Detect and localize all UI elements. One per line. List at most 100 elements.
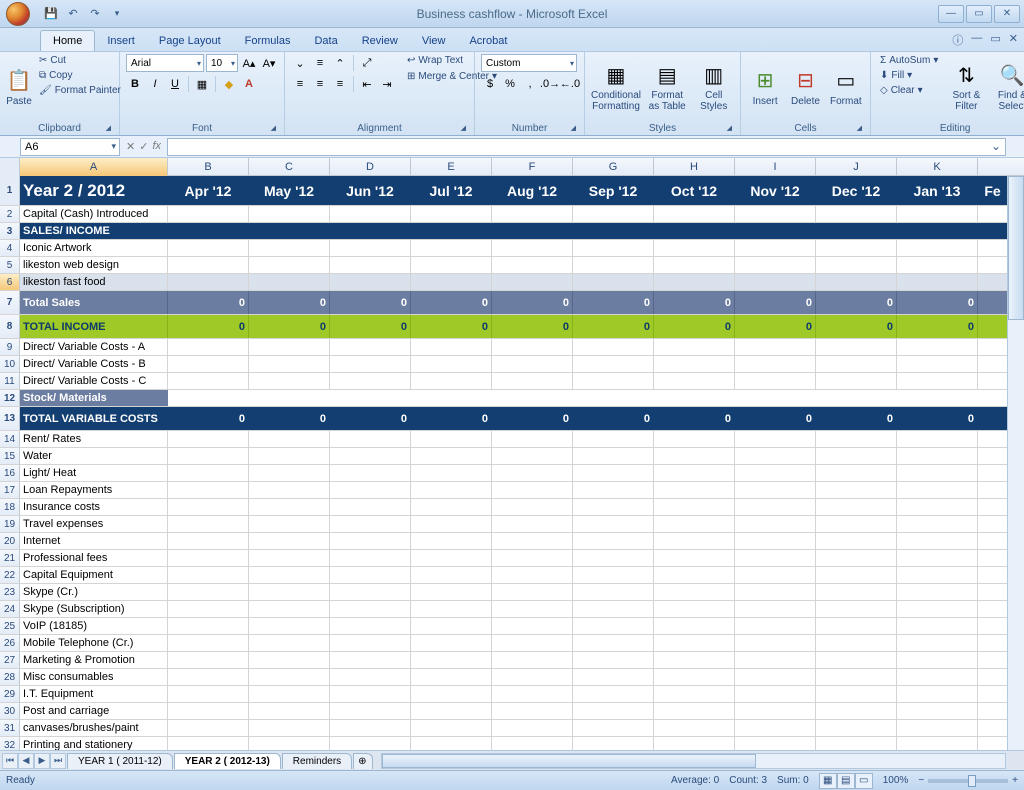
ribbon-tab-formulas[interactable]: Formulas: [233, 31, 303, 51]
cell[interactable]: 0: [654, 291, 735, 314]
cell[interactable]: [897, 584, 978, 600]
cell[interactable]: [330, 703, 411, 719]
currency-icon[interactable]: $: [481, 75, 499, 93]
cell[interactable]: 0: [330, 407, 411, 430]
cell[interactable]: [168, 635, 249, 651]
cell[interactable]: [654, 737, 735, 750]
cell[interactable]: [249, 431, 330, 447]
row-header[interactable]: 20: [0, 533, 20, 549]
cell[interactable]: 0: [330, 315, 411, 338]
cell[interactable]: [573, 550, 654, 566]
cell[interactable]: [492, 703, 573, 719]
cell[interactable]: [816, 223, 897, 239]
cell[interactable]: [492, 206, 573, 222]
cell[interactable]: [249, 339, 330, 355]
column-header-H[interactable]: H: [654, 158, 735, 176]
cell[interactable]: [897, 206, 978, 222]
cell[interactable]: [411, 686, 492, 702]
cell[interactable]: [735, 448, 816, 464]
cell[interactable]: [573, 465, 654, 481]
column-header-A[interactable]: A: [20, 158, 168, 176]
cell[interactable]: 0: [168, 291, 249, 314]
cell[interactable]: [168, 373, 249, 389]
cell[interactable]: [654, 550, 735, 566]
save-icon[interactable]: 💾: [42, 5, 60, 23]
row-header[interactable]: 32: [0, 737, 20, 750]
row-header[interactable]: 11: [0, 373, 20, 389]
cell[interactable]: [411, 240, 492, 256]
zoom-in-icon[interactable]: +: [1012, 775, 1018, 786]
cell[interactable]: [249, 618, 330, 634]
cell[interactable]: canvases/brushes/paint: [20, 720, 168, 736]
cell[interactable]: [330, 448, 411, 464]
cell[interactable]: [492, 223, 573, 239]
zoom-slider[interactable]: [928, 779, 1008, 783]
underline-button[interactable]: U: [166, 75, 184, 93]
cell[interactable]: 0: [897, 407, 978, 430]
cell[interactable]: [249, 550, 330, 566]
row-header[interactable]: 10: [0, 356, 20, 372]
cell[interactable]: [654, 223, 735, 239]
cell[interactable]: Marketing & Promotion: [20, 652, 168, 668]
month-header[interactable]: Jan '13: [897, 176, 978, 205]
cell[interactable]: [411, 567, 492, 583]
cell[interactable]: [735, 669, 816, 685]
mdi-close-icon[interactable]: ✕: [1009, 32, 1018, 48]
decrease-indent-icon[interactable]: ⇤: [358, 75, 376, 93]
row-header[interactable]: 16: [0, 465, 20, 481]
cell[interactable]: [249, 533, 330, 549]
cell[interactable]: [168, 274, 249, 290]
row-header[interactable]: 14: [0, 431, 20, 447]
cell[interactable]: [897, 635, 978, 651]
increase-decimal-icon[interactable]: .0→: [541, 75, 559, 93]
cell[interactable]: [816, 339, 897, 355]
cell[interactable]: [816, 550, 897, 566]
cell[interactable]: [168, 390, 1024, 406]
cell[interactable]: [330, 669, 411, 685]
cell[interactable]: [654, 240, 735, 256]
cell[interactable]: [735, 618, 816, 634]
italic-button[interactable]: I: [146, 75, 164, 93]
cell[interactable]: [411, 737, 492, 750]
row-header[interactable]: 1: [0, 176, 20, 205]
row-header[interactable]: 17: [0, 482, 20, 498]
cell[interactable]: [897, 274, 978, 290]
cell[interactable]: [330, 516, 411, 532]
cell[interactable]: Misc consumables: [20, 669, 168, 685]
cell[interactable]: 0: [411, 291, 492, 314]
cell[interactable]: [249, 635, 330, 651]
cell[interactable]: [573, 339, 654, 355]
cell[interactable]: likeston web design: [20, 257, 168, 273]
sheet-tab[interactable]: YEAR 1 ( 2011-12): [67, 753, 173, 769]
cell[interactable]: [735, 339, 816, 355]
cell[interactable]: [735, 601, 816, 617]
cell[interactable]: [411, 652, 492, 668]
cell[interactable]: 0: [573, 407, 654, 430]
cell[interactable]: [735, 465, 816, 481]
cell[interactable]: [816, 584, 897, 600]
cell[interactable]: [492, 601, 573, 617]
cell[interactable]: [897, 465, 978, 481]
cell[interactable]: [492, 567, 573, 583]
column-header-K[interactable]: K: [897, 158, 978, 176]
cell[interactable]: [897, 567, 978, 583]
row-header[interactable]: 7: [0, 291, 20, 314]
cell[interactable]: [654, 703, 735, 719]
cell[interactable]: [816, 274, 897, 290]
name-box[interactable]: A6: [20, 138, 120, 156]
cell[interactable]: [816, 373, 897, 389]
cell[interactable]: [330, 206, 411, 222]
cell[interactable]: 0: [735, 315, 816, 338]
format-as-table-button[interactable]: ▤Format as Table: [645, 54, 689, 120]
cell[interactable]: [897, 339, 978, 355]
cell[interactable]: [735, 206, 816, 222]
cell[interactable]: [573, 737, 654, 750]
cell[interactable]: [168, 567, 249, 583]
cell[interactable]: [492, 686, 573, 702]
row-header[interactable]: 8: [0, 315, 20, 338]
cell[interactable]: [897, 652, 978, 668]
view-layout-icon[interactable]: ▤: [837, 773, 855, 789]
cell[interactable]: [330, 431, 411, 447]
month-header[interactable]: Jul '12: [411, 176, 492, 205]
cell[interactable]: [897, 550, 978, 566]
